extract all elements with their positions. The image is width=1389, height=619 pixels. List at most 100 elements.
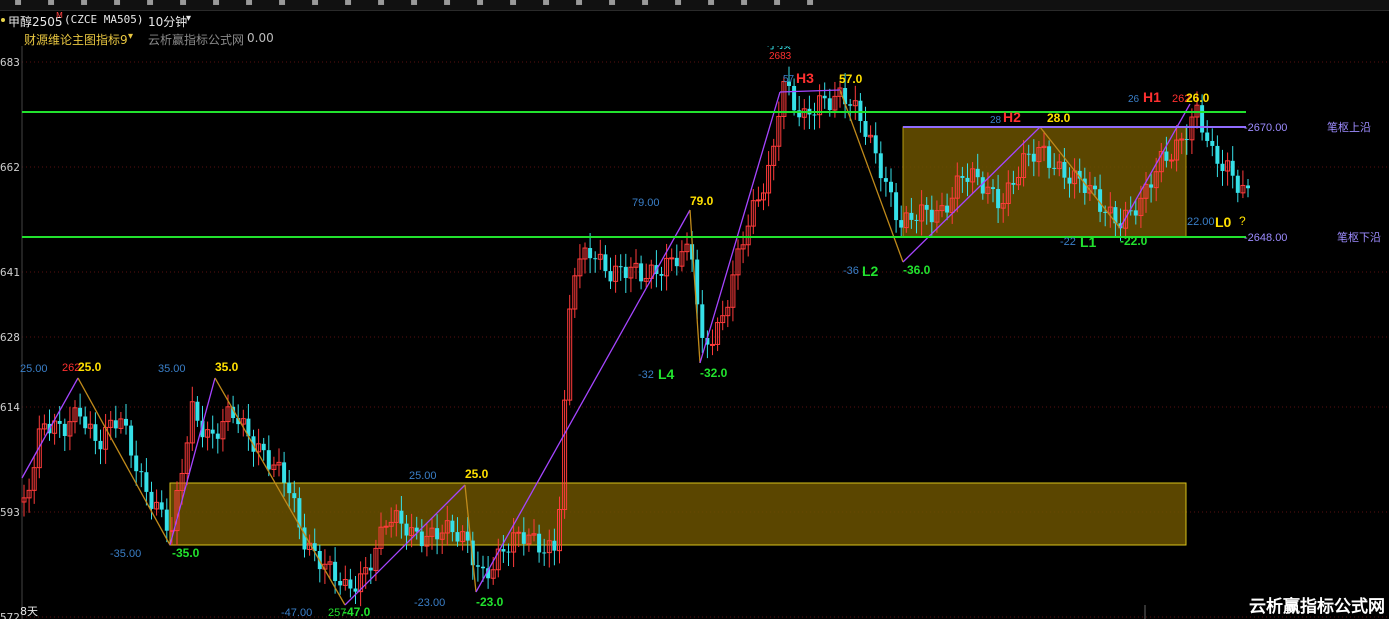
candle-body-down bbox=[282, 462, 287, 483]
watermark: 云析赢指标公式网 bbox=[1249, 597, 1385, 616]
candlestick-chart[interactable]: 小顶268357H357.079.0079.028H228.026H126226… bbox=[0, 46, 1389, 619]
small-neg32: -32 bbox=[638, 369, 654, 381]
candle-body-down bbox=[827, 98, 832, 111]
grid-icon[interactable]: ▪ bbox=[212, 0, 220, 8]
upper-channel-name: 笔枢上沿 bbox=[1327, 120, 1371, 134]
chevron-down-icon[interactable]: ▾ bbox=[186, 13, 191, 24]
indicator-icon[interactable]: ▪ bbox=[245, 0, 253, 8]
period-selector[interactable]: 10分钟 bbox=[148, 13, 187, 30]
pivot-zones bbox=[169, 126, 1187, 546]
candle-body-down bbox=[414, 527, 419, 532]
candle-body-down bbox=[873, 135, 878, 154]
play-icon[interactable]: ▪ bbox=[740, 0, 748, 8]
candle-body-down bbox=[1067, 177, 1072, 184]
arrow-down-icon[interactable]: ▪ bbox=[509, 0, 517, 8]
chart-header: 甲醇2505 M (CZCE MA505) 10分钟 ▾ bbox=[0, 11, 600, 29]
candle-body-down bbox=[883, 178, 888, 182]
layout-icon[interactable]: ▪ bbox=[707, 0, 715, 8]
candle-body-down bbox=[57, 421, 62, 424]
indicator-chevron-icon[interactable]: ▾ bbox=[128, 31, 133, 42]
draw-icon[interactable]: ▪ bbox=[146, 0, 154, 8]
upper-channel-value: -2670.00 bbox=[1244, 122, 1287, 134]
lower-channel-value: -2648.00 bbox=[1244, 232, 1287, 244]
save-icon[interactable]: ▪ bbox=[674, 0, 682, 8]
channel-icon[interactable]: ▪ bbox=[344, 0, 352, 8]
settings-icon[interactable]: ▪ bbox=[806, 0, 814, 8]
candle-body-down bbox=[399, 510, 404, 524]
cursor-icon[interactable]: ▪ bbox=[542, 0, 550, 8]
arrow-up-icon[interactable]: ▪ bbox=[476, 0, 484, 8]
h2-label: H2 bbox=[1003, 109, 1021, 125]
table-icon[interactable]: ▪ bbox=[773, 0, 781, 8]
h3-label: H3 bbox=[796, 70, 814, 86]
candle-body-down bbox=[812, 114, 817, 116]
candle-body-down bbox=[1062, 161, 1067, 178]
candle-body-down bbox=[1205, 132, 1210, 141]
small-neg47: -47.00 bbox=[281, 607, 312, 619]
fib-icon[interactable]: ▪ bbox=[377, 0, 385, 8]
list-icon[interactable]: ▪ bbox=[47, 0, 55, 8]
candle-body-down bbox=[455, 532, 460, 542]
symbol-name[interactable]: 甲醇2505 bbox=[8, 13, 63, 30]
candle-body-down bbox=[593, 258, 598, 260]
candle-body-down bbox=[1210, 140, 1215, 146]
candle-body-down bbox=[848, 104, 853, 106]
question-mark: ? bbox=[1239, 214, 1246, 228]
candle-body-down bbox=[292, 493, 297, 499]
small-26: 26 bbox=[1128, 94, 1140, 105]
candle-body-down bbox=[1093, 185, 1097, 190]
candle-body-down bbox=[338, 580, 343, 586]
candle-body-down bbox=[98, 440, 103, 450]
candle-body-down bbox=[266, 450, 271, 470]
h1-label: H1 bbox=[1143, 89, 1161, 105]
days-label: 8天 bbox=[20, 605, 38, 618]
price-axis-label: 641 bbox=[0, 266, 20, 279]
ellipse-icon[interactable]: ▪ bbox=[575, 0, 583, 8]
candle-body-down bbox=[552, 540, 557, 551]
small-neg36: -36 bbox=[843, 265, 859, 277]
candle-body-down bbox=[1200, 105, 1205, 133]
candle-body-down bbox=[863, 121, 868, 137]
candle-body-down bbox=[1184, 139, 1189, 141]
l1-label: L1 bbox=[1080, 234, 1097, 250]
v-57: 57.0 bbox=[839, 72, 863, 86]
text-icon[interactable]: ▪ bbox=[443, 0, 451, 8]
candle-body-down bbox=[639, 263, 644, 282]
candle-body-down bbox=[924, 204, 929, 210]
candle-body-up bbox=[669, 257, 675, 260]
candle-body-down bbox=[608, 271, 613, 282]
drawing-toolbar: ▪ ▪ ▪ ▪ ▪ ▪ ▪ ▪ ▪ ▪ ▪ ▪ ▪ ▪ ▪ ▪ ▪ ▪ ▪ ▪ ▪ ▪ ▪ ▪ ▪ bbox=[0, 0, 1389, 11]
candle-body-down bbox=[134, 455, 139, 472]
candle-body-down bbox=[588, 248, 593, 259]
candle-body-down bbox=[149, 491, 154, 509]
clock-icon[interactable]: ▪ bbox=[608, 0, 616, 8]
v-35: 35.0 bbox=[215, 360, 239, 374]
candle-body-down bbox=[333, 561, 338, 581]
candle-body-down bbox=[537, 533, 542, 553]
rect-icon[interactable]: ▪ bbox=[410, 0, 418, 8]
candle-body-down bbox=[210, 429, 215, 434]
v-28: 28.0 bbox=[1047, 111, 1071, 125]
candle-body-down bbox=[1220, 163, 1225, 172]
line-tool-icon[interactable]: ▪ bbox=[113, 0, 121, 8]
candle-body-down bbox=[501, 549, 506, 552]
zoom-icon[interactable]: ▪ bbox=[179, 0, 187, 8]
price-axis-label: 628 bbox=[0, 331, 20, 344]
crosshair-icon[interactable]: ▪ bbox=[80, 0, 88, 8]
note-icon[interactable]: ▪ bbox=[641, 0, 649, 8]
lower-channel-name: 笔枢下沿 bbox=[1337, 230, 1381, 244]
candle-body-down bbox=[618, 266, 623, 268]
candle-body-down bbox=[878, 153, 883, 179]
candle-body-down bbox=[909, 212, 914, 220]
candle-body-down bbox=[1230, 160, 1235, 176]
small-28: 28 bbox=[990, 115, 1002, 126]
candle-body-down bbox=[419, 531, 424, 547]
candle-body-down bbox=[894, 192, 899, 221]
candle-body-down bbox=[792, 85, 797, 111]
price-axis-label: 683 bbox=[0, 56, 20, 69]
menu-icon[interactable]: ▪ bbox=[14, 0, 22, 8]
h-line-icon[interactable]: ▪ bbox=[278, 0, 286, 8]
candle-body-down bbox=[195, 401, 200, 421]
candle-body-down bbox=[929, 209, 934, 223]
pen-icon[interactable]: ▪ bbox=[311, 0, 319, 8]
